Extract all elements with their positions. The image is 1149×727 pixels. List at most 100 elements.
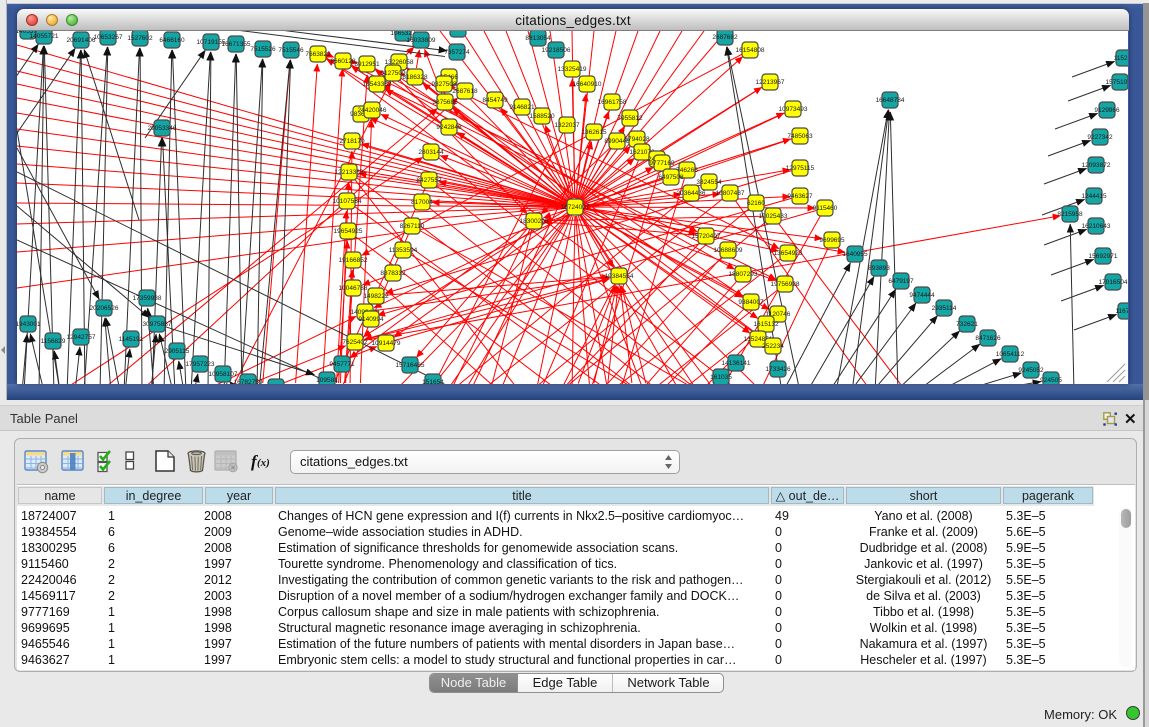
svg-text:2905115: 2905115 — [165, 348, 190, 355]
svg-text:9242848: 9242848 — [436, 124, 462, 131]
svg-text:9777169: 9777169 — [649, 160, 675, 167]
svg-text:1244415: 1244415 — [1081, 193, 1107, 200]
svg-text:1322037: 1322037 — [554, 122, 580, 129]
svg-text:2687618: 2687618 — [452, 88, 478, 95]
svg-text:10958107: 10958107 — [209, 371, 238, 378]
svg-text:8878332: 8878332 — [380, 270, 406, 277]
svg-text:924505: 924505 — [1040, 377, 1062, 384]
svg-text:1362615: 1362615 — [581, 129, 607, 136]
svg-text:9463627: 9463627 — [787, 193, 813, 200]
svg-text:16210643: 16210643 — [1082, 223, 1111, 230]
svg-text:8471626: 8471626 — [975, 335, 1001, 342]
svg-text:7515526: 7515526 — [250, 46, 276, 53]
svg-text:14136141: 14136141 — [722, 360, 751, 367]
svg-text:15720407: 15720407 — [692, 233, 721, 240]
svg-text:8660128: 8660128 — [330, 58, 356, 65]
svg-text:6497508: 6497508 — [658, 174, 684, 181]
svg-text:13325419: 13325419 — [558, 66, 587, 73]
svg-text:8267110: 8267110 — [400, 223, 425, 230]
svg-text:10973493: 10973493 — [779, 106, 808, 113]
svg-text:13654923: 13654923 — [774, 250, 803, 257]
svg-text:10914479: 10914479 — [372, 340, 401, 347]
svg-text:9384007: 9384007 — [738, 299, 764, 306]
svg-text:15692971: 15692971 — [1089, 253, 1118, 260]
svg-text:7625402: 7625402 — [342, 339, 368, 346]
svg-text:10688609: 10688609 — [714, 247, 743, 254]
svg-text:2718170: 2718170 — [339, 138, 365, 145]
svg-text:10543362: 10543362 — [363, 81, 392, 88]
svg-text:3824554: 3824554 — [696, 179, 722, 186]
svg-text:10654112: 10654112 — [996, 351, 1025, 358]
svg-text:1498222: 1498222 — [363, 293, 389, 300]
svg-text:16640910: 16640910 — [573, 81, 602, 88]
svg-text:17359938: 17359938 — [133, 295, 162, 302]
svg-text:8912951: 8912951 — [354, 61, 380, 68]
svg-text:9129966: 9129966 — [1094, 107, 1120, 114]
svg-text:3875685: 3875685 — [432, 99, 458, 106]
svg-text:19654925: 19654925 — [334, 228, 363, 235]
svg-text:6479197: 6479197 — [888, 278, 914, 285]
svg-text:2687682: 2687682 — [712, 34, 738, 41]
svg-text:6466160: 6466160 — [159, 37, 185, 44]
svg-text:14055721: 14055721 — [30, 33, 59, 40]
svg-text:8215958: 8215958 — [1057, 211, 1083, 218]
svg-text:9146821: 9146821 — [509, 104, 535, 111]
svg-text:9140994: 9140994 — [358, 316, 384, 323]
svg-text:9245052: 9245052 — [1018, 367, 1044, 374]
svg-text:10025433: 10025433 — [759, 213, 788, 220]
svg-text:115211: 115211 — [1114, 55, 1128, 62]
svg-text:15716485: 15716485 — [396, 362, 425, 369]
svg-text:16961758: 16961758 — [598, 99, 627, 106]
svg-text:7515546: 7515546 — [278, 47, 304, 54]
svg-text:24420046: 24420046 — [358, 107, 387, 114]
svg-text:817004: 817004 — [411, 199, 433, 206]
svg-text:1145191: 1145191 — [119, 336, 144, 343]
svg-text:1156829: 1156829 — [41, 338, 66, 345]
svg-text:16671355: 16671355 — [222, 41, 251, 48]
svg-text:6794028: 6794028 — [624, 136, 650, 143]
svg-text:30975887: 30975887 — [143, 321, 172, 328]
svg-text:1733426: 1733426 — [765, 366, 791, 373]
svg-text:18300295: 18300295 — [520, 218, 549, 225]
svg-text:1615132: 1615132 — [753, 321, 779, 328]
svg-text:1527602: 1527602 — [127, 35, 153, 42]
svg-text:8813054: 8813054 — [525, 35, 551, 42]
svg-text:12213383: 12213383 — [335, 169, 364, 176]
svg-text:2935114: 2935114 — [932, 305, 957, 312]
svg-text:18807293: 18807293 — [729, 271, 758, 278]
svg-text:19166852: 19166852 — [339, 257, 368, 264]
svg-text:1943001: 1943001 — [17, 321, 41, 328]
svg-text:10107554: 10107554 — [333, 198, 362, 205]
svg-text:17957223: 17957223 — [186, 361, 215, 368]
svg-text:16782759: 16782759 — [234, 379, 263, 384]
svg-text:1640955: 1640955 — [842, 251, 868, 258]
svg-text:19218506: 19218506 — [542, 47, 571, 54]
svg-text:16154808: 16154808 — [736, 47, 765, 54]
svg-text:11353594: 11353594 — [389, 247, 418, 254]
svg-text:116753: 116753 — [1115, 308, 1128, 315]
svg-text:12213967: 12213967 — [756, 79, 785, 86]
svg-text:9457771: 9457771 — [329, 361, 355, 368]
svg-text:9115460: 9115460 — [813, 205, 838, 212]
svg-text:893893: 893893 — [868, 265, 890, 272]
svg-text:7955812: 7955812 — [617, 115, 643, 122]
svg-text:18724007: 18724007 — [561, 204, 590, 211]
svg-text:10046788: 10046788 — [339, 285, 368, 292]
svg-text:20691406: 20691406 — [67, 37, 96, 44]
svg-text:9327508: 9327508 — [431, 81, 457, 88]
svg-text:7663822: 7663822 — [305, 51, 331, 58]
svg-text:9227342: 9227342 — [1087, 134, 1113, 141]
svg-text:732621: 732621 — [956, 321, 978, 328]
svg-text:151654: 151654 — [422, 379, 444, 384]
svg-text:62160: 62160 — [747, 200, 765, 207]
svg-text:20364436: 20364436 — [677, 190, 706, 197]
svg-text:8454749: 8454749 — [482, 97, 508, 104]
svg-text:16033809: 16033809 — [407, 37, 436, 44]
svg-text:109581: 109581 — [316, 377, 338, 384]
svg-text:161035: 161035 — [710, 374, 732, 381]
svg-text:20206526: 20206526 — [90, 305, 119, 312]
svg-text:15751074: 15751074 — [1106, 79, 1128, 86]
svg-text:8186328: 8186328 — [402, 74, 428, 81]
svg-text:19384554: 19384554 — [605, 273, 634, 280]
svg-text:16648784: 16648784 — [876, 97, 905, 104]
